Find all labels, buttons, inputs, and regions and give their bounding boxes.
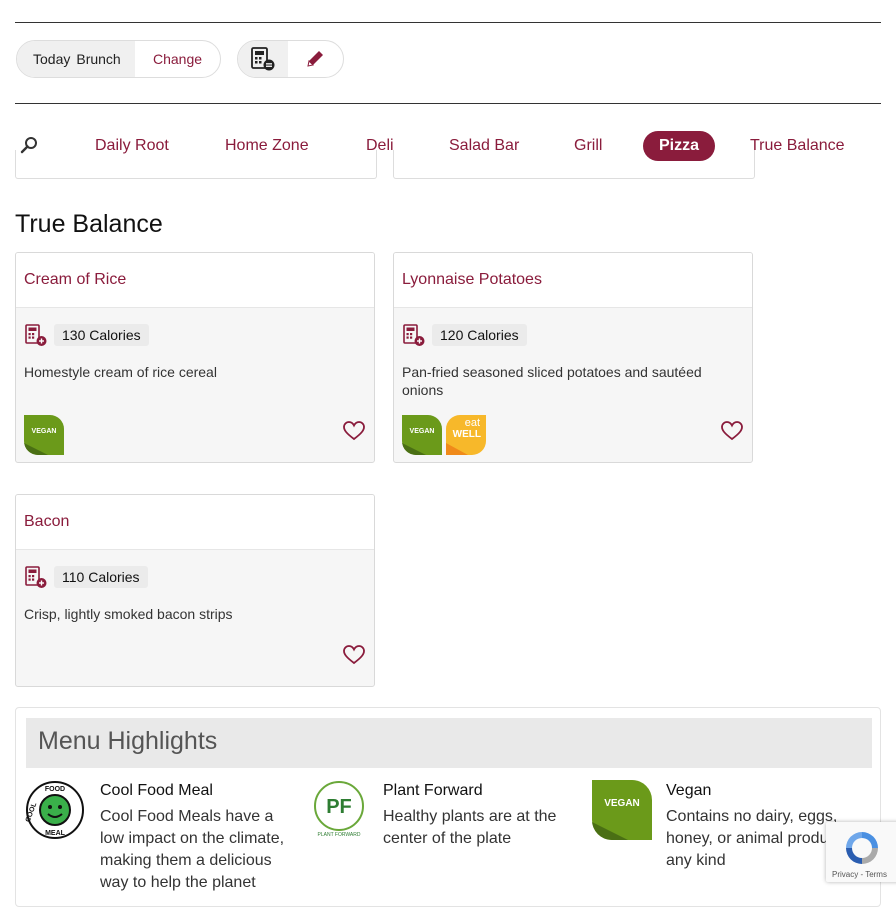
menu-item-name[interactable]: Bacon: [16, 495, 374, 550]
recaptcha-badge[interactable]: Privacy - Terms: [826, 822, 896, 882]
pencil-icon: [307, 51, 324, 67]
vegan-icon[interactable]: VEGAN: [24, 415, 64, 455]
section-title: True Balance: [15, 210, 163, 238]
calories-badge: 120 Calories: [432, 324, 527, 346]
add-to-calculator-icon[interactable]: [24, 565, 48, 589]
heart-icon[interactable]: [721, 421, 743, 441]
calories-row: 130 Calories: [24, 323, 149, 347]
menu-item-card: Lyonnaise Potatoes 120 Calories Pan-frie…: [393, 252, 753, 463]
previous-card-bottom: [393, 150, 755, 179]
top-divider: [15, 22, 881, 23]
menu-item-description: Homestyle cream of rice cereal: [24, 364, 217, 380]
heart-icon[interactable]: [343, 645, 365, 665]
highlight-title: Plant Forward: [383, 782, 483, 799]
toolbar-divider: [15, 103, 881, 104]
heart-icon[interactable]: [343, 421, 365, 441]
date-meal-selector: Today Brunch Change: [16, 40, 221, 78]
previous-card-bottom: [15, 150, 377, 179]
dietary-badges: VEGAN: [24, 415, 64, 455]
menu-item-card: Cream of Rice 130 Calories Homestyle cre…: [15, 252, 375, 463]
highlights-title: Menu Highlights: [38, 727, 218, 755]
tools-toggle: [237, 40, 344, 78]
date-label: Today: [33, 51, 71, 67]
highlight-text: Cool Food Meals have a low impact on the…: [100, 808, 285, 891]
svg-text:PLANT FORWARD: PLANT FORWARD: [318, 832, 361, 838]
tab-true-balance[interactable]: True Balance: [750, 131, 845, 161]
edit-button[interactable]: [288, 41, 343, 77]
menu-item-name[interactable]: Lyonnaise Potatoes: [394, 253, 752, 308]
dietary-badges: VEGAN eat WELL: [402, 415, 486, 455]
calories-row: 120 Calories: [402, 323, 527, 347]
svg-text:MEAL: MEAL: [45, 830, 66, 837]
menu-item-card: Bacon 110 Calories Crisp, lightly smoked…: [15, 494, 375, 687]
highlights-header: Menu Highlights: [26, 718, 872, 768]
add-to-calculator-icon[interactable]: [24, 323, 48, 347]
menu-highlights: Menu Highlights FOOD COOL MEAL Cool Food…: [15, 707, 881, 907]
svg-text:PF: PF: [326, 796, 352, 818]
menu-item-description: Pan-fried seasoned sliced potatoes and s…: [402, 364, 702, 398]
calories-row: 110 Calories: [24, 565, 148, 589]
cool-food-meal-icon: FOOD COOL MEAL: [25, 781, 84, 839]
recaptcha-icon: [846, 832, 878, 864]
plant-forward-icon: PF PLANT FORWARD: [314, 781, 364, 838]
calories-badge: 110 Calories: [54, 566, 148, 588]
highlight-text: Healthy plants are at the center of the …: [383, 808, 557, 847]
calories-badge: 130 Calories: [54, 324, 149, 346]
vegan-icon: VEGAN: [592, 780, 652, 840]
change-button[interactable]: Change: [135, 41, 202, 77]
eat-well-icon[interactable]: eat WELL: [446, 415, 486, 455]
highlight-title: Vegan: [666, 782, 712, 799]
add-to-calculator-icon[interactable]: [402, 323, 426, 347]
current-date-meal: Today Brunch: [17, 41, 135, 77]
vegan-icon[interactable]: VEGAN: [402, 415, 442, 455]
menu-item-name[interactable]: Cream of Rice: [16, 253, 374, 308]
menu-item-description: Crisp, lightly smoked bacon strips: [24, 606, 233, 622]
svg-text:FOOD: FOOD: [45, 786, 65, 793]
recaptcha-links[interactable]: Privacy - Terms: [832, 870, 887, 879]
nutrition-calculator-button[interactable]: [238, 41, 288, 77]
highlight-title: Cool Food Meal: [100, 782, 213, 799]
meal-label: Brunch: [76, 51, 121, 67]
calculator-icon: [250, 47, 275, 71]
